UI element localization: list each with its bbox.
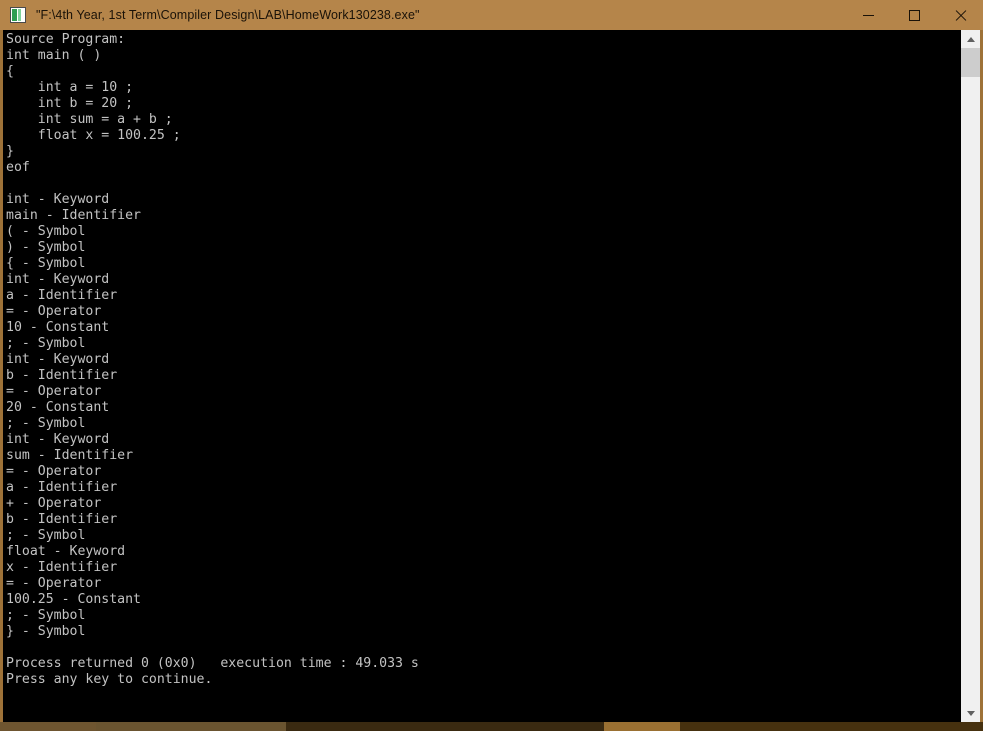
scrollbar-thumb[interactable] — [961, 48, 980, 77]
scrollbar-track[interactable] — [961, 48, 980, 704]
console-line: } — [6, 144, 14, 159]
vertical-scrollbar[interactable] — [961, 30, 983, 722]
window-controls — [845, 0, 983, 30]
console-line: int sum = a + b ; — [6, 112, 173, 127]
close-button[interactable] — [937, 0, 983, 30]
scroll-down-arrow-icon — [966, 710, 975, 716]
console-line: ; - Symbol — [6, 608, 86, 623]
maximize-button[interactable] — [891, 0, 937, 30]
console-app-icon — [10, 7, 26, 23]
titlebar[interactable]: "F:\4th Year, 1st Term\Compiler Design\L… — [0, 0, 983, 30]
console-line: 100.25 - Constant — [6, 592, 141, 607]
console-line: float - Keyword — [6, 544, 126, 559]
console-line: int - Keyword — [6, 432, 110, 447]
close-icon — [954, 9, 967, 22]
console-line: Source Program: — [6, 32, 126, 47]
console-line: 20 - Constant — [6, 400, 110, 415]
console-line: = - Operator — [6, 464, 102, 479]
scroll-down-button[interactable] — [961, 704, 980, 722]
console-line: int - Keyword — [6, 272, 110, 287]
console-line: ( - Symbol — [6, 224, 86, 239]
console-line: x - Identifier — [6, 560, 118, 575]
console-line: = - Operator — [6, 304, 102, 319]
console-line: = - Operator — [6, 576, 102, 591]
console-line: int main ( ) — [6, 48, 102, 63]
taskbar-segment — [286, 722, 604, 731]
console-line: a - Identifier — [6, 480, 118, 495]
console-line: int - Keyword — [6, 192, 110, 207]
minimize-icon — [862, 14, 874, 16]
console-line: Press any key to continue. — [6, 672, 213, 687]
console-line: int - Keyword — [6, 352, 110, 367]
window-title: "F:\4th Year, 1st Term\Compiler Design\L… — [36, 8, 420, 22]
taskbar-segment — [604, 722, 680, 731]
console-line: ; - Symbol — [6, 416, 86, 431]
console-line: = - Operator — [6, 384, 102, 399]
console-output-area[interactable]: Source Program: int main ( ){ int a = 10 … — [0, 30, 983, 722]
console-line: eof — [6, 160, 30, 175]
minimize-button[interactable] — [845, 0, 891, 30]
console-line: sum - Identifier — [6, 448, 134, 463]
console-line: 10 - Constant — [6, 320, 110, 335]
console-line: b - Identifier — [6, 368, 118, 383]
console-line: float x = 100.25 ; — [6, 128, 181, 143]
scroll-up-arrow-icon — [966, 36, 975, 42]
console-line: ) - Symbol — [6, 240, 86, 255]
console-window: "F:\4th Year, 1st Term\Compiler Design\L… — [0, 0, 983, 731]
console-line: Process returned 0 (0x0) execution time … — [6, 656, 419, 671]
console-line: ; - Symbol — [6, 336, 86, 351]
console-line: { - Symbol — [6, 256, 86, 271]
console-line: a - Identifier — [6, 288, 118, 303]
taskbar-segment — [0, 722, 96, 731]
taskbar-segment — [96, 722, 286, 731]
console-line: int b = 20 ; — [6, 96, 134, 111]
taskbar-sliver — [0, 722, 983, 731]
console-line: b - Identifier — [6, 512, 118, 527]
console-line: int a = 10 ; — [6, 80, 134, 95]
console-line: { — [6, 64, 14, 79]
maximize-icon — [908, 9, 920, 21]
console-line: + - Operator — [6, 496, 102, 511]
console-line: main - Identifier — [6, 208, 141, 223]
console-line: } - Symbol — [6, 624, 86, 639]
scroll-up-button[interactable] — [961, 30, 980, 48]
taskbar-segment — [680, 722, 983, 731]
console-text: Source Program: int main ( ){ int a = 10 … — [6, 32, 946, 688]
console-line: ; - Symbol — [6, 528, 86, 543]
